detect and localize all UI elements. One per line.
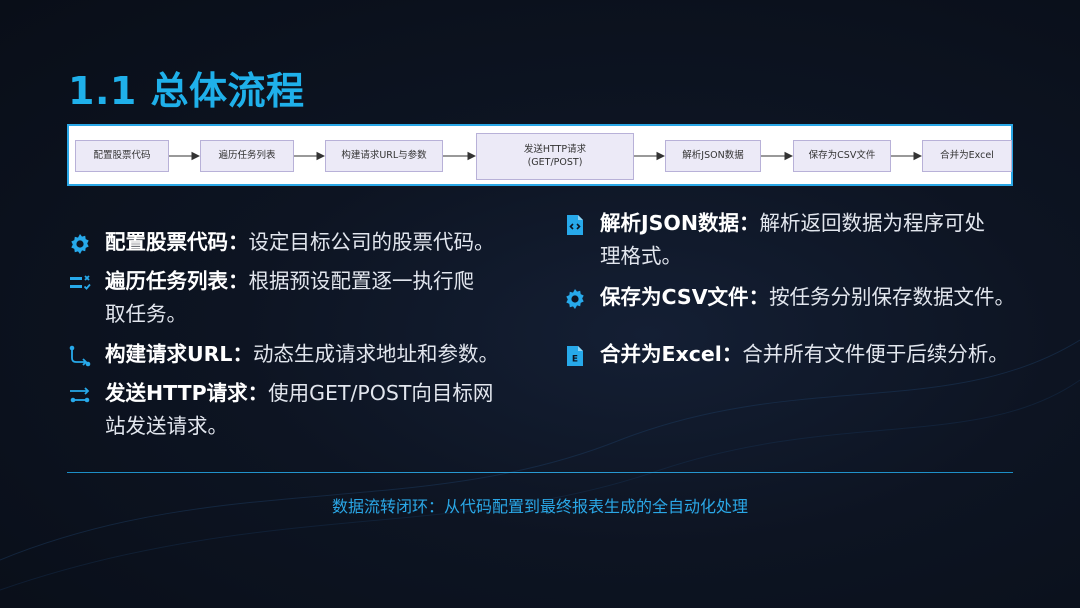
step-desc: 解析返回数据为程序可处 [759,211,985,235]
flow-node-label: 遍历任务列表 [218,149,276,161]
flowchart: 配置股票代码 遍历任务列表 构建请求URL与参数 发送HTTP请求 (GET/POST)… [67,124,1013,186]
step-title: 合并为Excel [600,342,722,366]
gear-icon [562,286,588,312]
flow-node-7: 合并为Excel [922,140,1012,172]
send-icon [67,382,93,408]
flow-node-1: 配置股票代码 [75,140,169,172]
step-desc: 使用GET/POST向目标网 [268,381,494,405]
step-desc: 取任务。 [105,302,187,326]
step-text: 合并为Excel：合并所有文件便于后续分析。 [600,338,1009,371]
step-item: 配置股票代码：设定目标公司的股票代码。 [67,226,537,259]
step-desc: 按任务分别保存数据文件。 [769,285,1016,309]
step-desc: 合并所有文件便于后续分析。 [742,342,1009,366]
step-text: 解析JSON数据：解析返回数据为程序可处理格式。 [600,207,985,273]
step-title: 配置股票代码 [105,230,228,254]
step-desc: 理格式。 [600,244,682,268]
flow-node-label: 合并为Excel [940,149,994,161]
step-text: 遍历任务列表：根据预设配置逐一执行爬取任务。 [105,265,474,331]
step-text: 发送HTTP请求：使用GET/POST向目标网站发送请求。 [105,377,493,443]
route-icon [67,343,93,369]
step-title: 保存为CSV文件 [600,285,749,309]
step-separator: ： [232,342,254,366]
step-title: 构建请求URL [105,342,233,366]
step-separator: ： [247,381,269,405]
footer-text: 数据流转闭环：从代码配置到最终报表生成的全自动化处理 [331,497,748,516]
code-file-icon [562,212,588,238]
step-title: 发送HTTP请求 [105,381,248,405]
flow-node-2: 遍历任务列表 [200,140,294,172]
step-separator: ： [721,342,743,366]
flow-node-label: 构建请求URL与参数 [341,149,427,161]
flow-node-label: 保存为CSV文件 [808,149,876,161]
step-item: 解析JSON数据：解析返回数据为程序可处理格式。 [562,207,1042,273]
step-separator: ： [228,269,249,293]
step-desc: 根据预设配置逐一执行爬 [248,269,475,293]
gear-icon [67,231,93,257]
step-desc: 站发送请求。 [105,414,228,438]
step-text: 配置股票代码：设定目标公司的股票代码。 [105,226,495,259]
flow-node-4: 发送HTTP请求 (GET/POST) [476,133,634,180]
flow-node-5: 解析JSON数据 [665,140,761,172]
step-item: 构建请求URL：动态生成请求地址和参数。 [67,338,537,371]
step-separator: ： [748,285,770,309]
step-separator: ： [228,230,249,254]
svg-text:E: E [572,355,578,365]
step-title: 解析JSON数据 [600,211,739,235]
step-item: 发送HTTP请求：使用GET/POST向目标网站发送请求。 [67,377,537,443]
flow-node-6: 保存为CSV文件 [793,140,891,172]
step-item: 保存为CSV文件：按任务分别保存数据文件。 [562,281,1042,314]
page-title: 1.1 总体流程 [68,69,305,113]
excel-file-icon: E [562,343,588,369]
flow-node-label: (GET/POST) [527,156,583,168]
step-text: 构建请求URL：动态生成请求地址和参数。 [105,338,499,371]
step-desc: 设定目标公司的股票代码。 [248,230,495,254]
step-text: 保存为CSV文件：按任务分别保存数据文件。 [600,281,1015,314]
step-desc: 动态生成请求地址和参数。 [253,342,499,366]
flow-node-label: 解析JSON数据 [682,149,744,161]
flow-node-3: 构建请求URL与参数 [325,140,443,172]
checklist-icon [67,270,93,296]
step-title: 遍历任务列表 [105,269,228,293]
flow-node-label: 发送HTTP请求 [523,143,587,155]
flow-node-label: 配置股票代码 [93,149,151,161]
step-item: 遍历任务列表：根据预设配置逐一执行爬取任务。 [67,265,537,331]
step-item: E 合并为Excel：合并所有文件便于后续分析。 [562,338,1042,371]
divider [67,472,1013,473]
step-separator: ： [738,211,760,235]
